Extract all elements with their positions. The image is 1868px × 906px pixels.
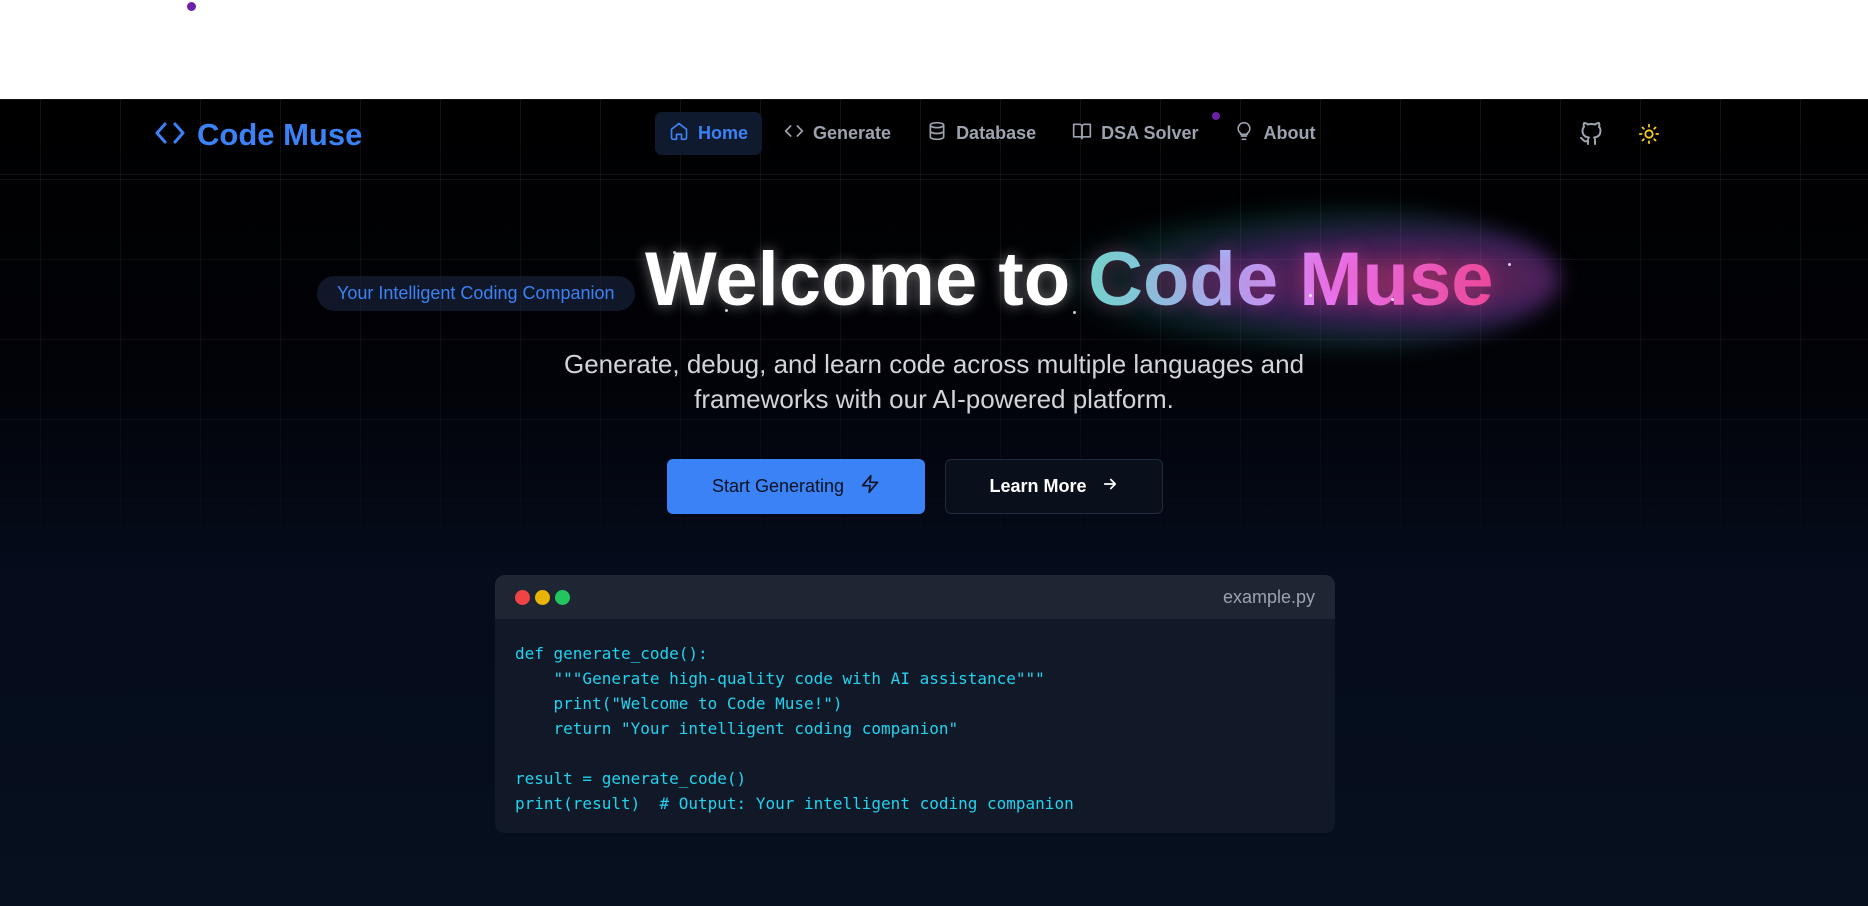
sun-icon[interactable]: [1636, 121, 1662, 147]
nav-item-dsa-solver[interactable]: DSA Solver: [1058, 112, 1212, 155]
nav-item-generate[interactable]: Generate: [770, 112, 905, 155]
sparkle: [673, 251, 676, 254]
main-nav: Home Generate Database DSA Solver About: [655, 112, 1329, 155]
github-icon[interactable]: [1578, 121, 1604, 147]
hero-title-prefix: Welcome to: [645, 236, 1071, 322]
hero-subtitle-line: Generate, debug, and learn code across m…: [563, 349, 1305, 379]
start-generating-label: Start Generating: [711, 476, 845, 496]
cta-row: Start Generating Learn More: [667, 459, 1163, 514]
code-icon: [784, 121, 804, 146]
code-snippet: def generate_code(): """Generate high-qu…: [515, 644, 1074, 813]
tagline-badge: Your Intelligent Coding Companion: [317, 276, 635, 311]
nav-item-database[interactable]: Database: [913, 112, 1050, 155]
hero-title: Welcome to Code Muse: [645, 229, 1494, 329]
hero-subtitle: Generate, debug, and learn code across m…: [480, 347, 1388, 417]
zap-icon: [860, 474, 880, 499]
nav-item-label: About: [1263, 123, 1316, 143]
lightbulb-icon: [1234, 121, 1254, 146]
learn-more-label: Learn More: [989, 476, 1087, 496]
start-generating-button[interactable]: Start Generating: [667, 459, 925, 514]
hero-subtitle-line: frameworks with our AI-powered platform.: [694, 384, 1174, 414]
nav-item-label: Home: [698, 123, 749, 143]
sparkle: [1073, 311, 1076, 314]
code-brackets-icon: [155, 120, 185, 151]
nav-item-label: Database: [956, 123, 1037, 143]
code-filename: example.py: [1222, 586, 1315, 607]
nav-item-home[interactable]: Home: [655, 112, 763, 155]
brand-name: Code Muse: [197, 117, 363, 152]
decorative-dot: [187, 2, 196, 11]
sparkle: [725, 309, 728, 312]
window-controls: [515, 589, 570, 605]
window-close-dot: [515, 589, 530, 605]
nav-item-label: DSA Solver: [1101, 123, 1199, 143]
sparkle: [1309, 294, 1312, 297]
database-icon: [927, 121, 947, 146]
code-card-header: example.py: [495, 575, 1335, 619]
nav-item-label: Generate: [813, 123, 892, 143]
arrow-right-icon: [1101, 475, 1119, 498]
brand-logo[interactable]: Code Muse: [155, 115, 362, 155]
learn-more-button[interactable]: Learn More: [945, 459, 1163, 514]
navbar: Code Muse Home Generate Database DSA Sol…: [0, 99, 1868, 175]
code-example-card: example.py def generate_code(): """Gener…: [495, 575, 1335, 833]
sparkle: [1391, 298, 1394, 301]
nav-actions: [1578, 121, 1662, 147]
decorative-dot: [1212, 112, 1220, 120]
window-maximize-dot: [555, 589, 570, 605]
sparkle: [1508, 263, 1511, 266]
hero-title-accent: Code Muse: [1088, 236, 1494, 322]
app-root: Code Muse Home Generate Database DSA Sol…: [0, 99, 1868, 906]
nav-item-about[interactable]: About: [1220, 112, 1329, 155]
window-minimize-dot: [535, 589, 550, 605]
book-open-icon: [1072, 121, 1092, 146]
home-icon: [669, 121, 689, 146]
page-top-blank: [0, 0, 1868, 99]
